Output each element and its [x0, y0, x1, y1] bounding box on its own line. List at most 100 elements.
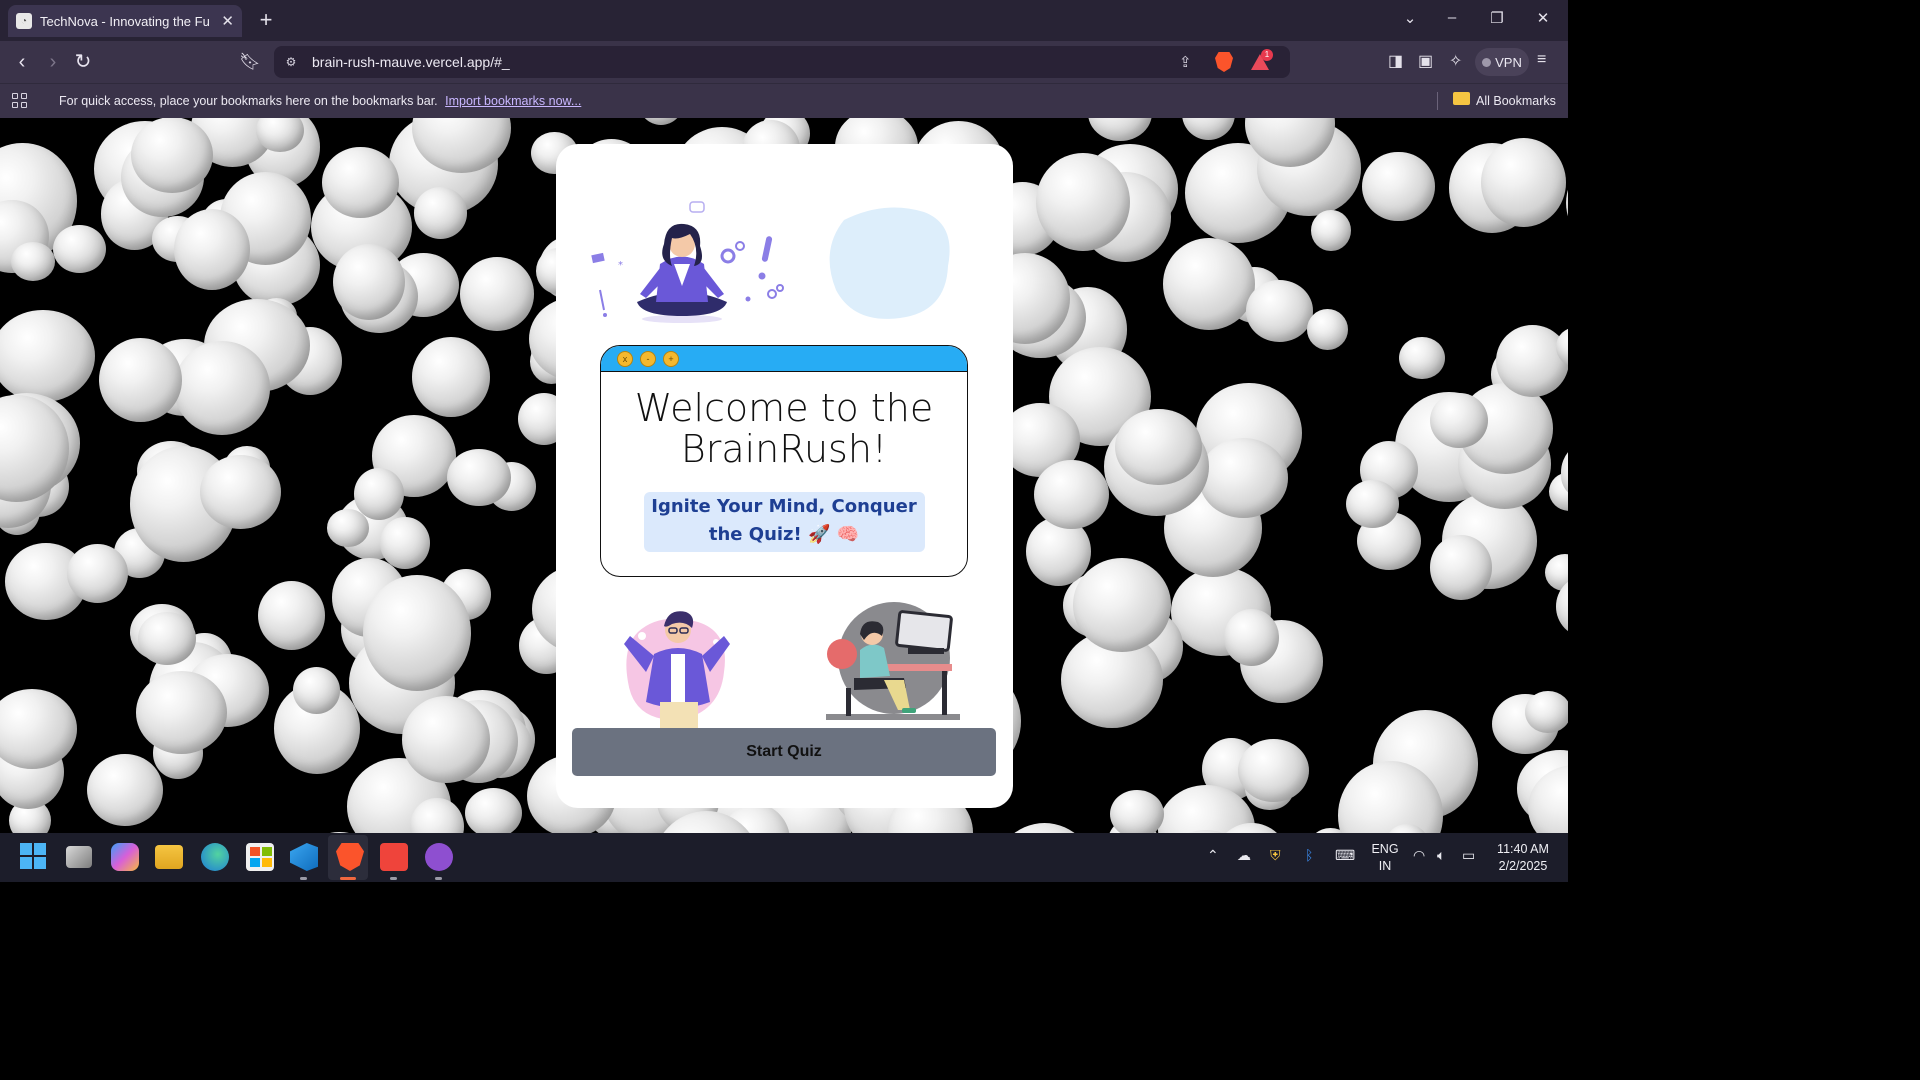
anydesk-icon[interactable] — [380, 843, 408, 871]
tab-search-chevron-icon[interactable]: ⌄ — [1398, 9, 1422, 27]
bluetooth-icon[interactable]: ᛒ — [1305, 847, 1313, 863]
welcome-window: x - + Welcome to the BrainRush! Ignite Y… — [600, 345, 968, 577]
bubble — [1223, 608, 1280, 666]
new-tab-button[interactable]: + — [254, 7, 278, 33]
bubble — [1429, 392, 1488, 449]
hidden-icons-chevron-icon[interactable]: ⌃ — [1207, 847, 1219, 864]
bubble — [1362, 151, 1435, 222]
bubble — [1238, 738, 1309, 802]
share-icon[interactable]: ⇪ — [1179, 53, 1192, 71]
bubble — [992, 822, 1098, 833]
bubble — [380, 516, 430, 570]
bookmarks-hint: For quick access, place your bookmarks h… — [59, 94, 581, 108]
wallet-icon[interactable]: ▣ — [1418, 51, 1433, 71]
vscode-icon[interactable] — [290, 843, 318, 871]
github-running-indicator — [435, 877, 442, 880]
bubble — [460, 257, 535, 331]
language-line1: ENG — [1371, 842, 1399, 856]
decorative-blob — [829, 207, 950, 319]
github-desktop-icon[interactable] — [425, 843, 453, 871]
bookmarks-bar: For quick access, place your bookmarks h… — [0, 83, 1568, 118]
apps-grid-icon[interactable] — [12, 93, 27, 108]
bubble — [1036, 152, 1131, 252]
bubble — [1399, 336, 1446, 380]
meditating-person-illustration: * — [591, 201, 784, 323]
volume-icon[interactable]: 🔈︎ — [1437, 847, 1445, 864]
bubble — [402, 696, 490, 783]
welcome-heading-line2: BrainRush! — [680, 427, 888, 471]
reload-button[interactable]: ↻ — [70, 49, 96, 75]
security-warning-icon[interactable]: ⛨ — [1270, 847, 1281, 864]
all-bookmarks-button[interactable]: All Bookmarks — [1476, 94, 1556, 108]
file-explorer-icon[interactable] — [155, 845, 183, 869]
browser-tab[interactable]: ◔ TechNova - Innovating the Futu ✕ — [8, 5, 242, 37]
minimize-button[interactable]: – — [1440, 9, 1464, 26]
bubble — [257, 580, 326, 650]
window-maximize-dot: + — [663, 350, 679, 367]
bubble — [174, 209, 251, 291]
sidebar-icon[interactable]: ◨ — [1388, 51, 1403, 71]
start-quiz-button[interactable]: Start Quiz — [572, 728, 996, 776]
language-indicator[interactable]: ENG IN — [1370, 841, 1400, 875]
windows-taskbar: ⌃ ☁ ⛨ ᛒ ⌨ ENG IN ◠ 🔈︎ ▭ 11:40 AM 2/2/202… — [0, 833, 1568, 882]
keyboard-icon[interactable]: ⌨ — [1335, 847, 1355, 864]
bubble — [135, 671, 227, 754]
import-bookmarks-link[interactable]: Import bookmarks now... — [445, 94, 581, 108]
copilot-icon[interactable] — [111, 843, 139, 871]
bubble — [137, 612, 196, 665]
task-view-icon[interactable] — [66, 846, 92, 868]
tab-close-icon[interactable]: ✕ — [221, 12, 234, 30]
bookmarks-prompt: For quick access, place your bookmarks h… — [59, 94, 438, 108]
bubble — [1163, 238, 1256, 330]
back-button[interactable]: ‹ — [9, 49, 35, 75]
bubble — [413, 187, 468, 240]
site-favicon-icon: ◔ — [16, 13, 32, 29]
bubble — [1565, 157, 1568, 250]
edge-icon[interactable] — [201, 843, 229, 871]
bubble — [1072, 558, 1172, 652]
bubble — [1311, 209, 1352, 252]
bubble — [131, 118, 213, 194]
bubble — [1034, 460, 1109, 530]
browser-toolbar: ‹ › ↻ 🔖︎ ⚙ brain-rush-mauve.vercel.app/#… — [0, 41, 1568, 83]
clock[interactable]: 11:40 AM 2/2/2025 — [1485, 841, 1561, 875]
bubble — [638, 118, 684, 125]
windows-start-icon[interactable] — [20, 843, 46, 869]
bubble — [292, 666, 341, 714]
person-at-computer-illustration — [826, 602, 960, 720]
brave-active-indicator — [340, 877, 356, 880]
vpn-status-icon — [1482, 57, 1492, 67]
site-settings-icon[interactable]: ⚙ — [283, 54, 299, 70]
bubble — [1198, 438, 1288, 518]
restore-button[interactable]: ❐ — [1485, 9, 1509, 27]
welcome-heading: Welcome to the BrainRush! — [601, 388, 967, 470]
bubble — [1246, 280, 1314, 342]
wifi-icon[interactable]: ◠ — [1413, 847, 1425, 864]
bubble — [10, 242, 56, 282]
language-line2: IN — [1378, 859, 1392, 873]
bubble — [200, 454, 281, 529]
bubble — [52, 224, 106, 274]
bubble — [322, 146, 399, 218]
vpn-label: VPN — [1495, 54, 1522, 70]
battery-icon[interactable]: ▭ — [1462, 847, 1475, 864]
address-bar[interactable]: ⚙ brain-rush-mauve.vercel.app/#_ ⇪ 1 — [274, 46, 1290, 78]
microsoft-store-icon[interactable] — [246, 843, 274, 871]
vpn-button[interactable]: VPN — [1475, 48, 1529, 76]
bubble — [87, 753, 163, 827]
leo-ai-icon[interactable]: ✧ — [1449, 51, 1462, 71]
close-window-button[interactable]: ✕ — [1531, 9, 1555, 27]
forward-button[interactable]: › — [40, 49, 66, 75]
rewards-badge: 1 — [1261, 49, 1273, 61]
window-title-bar: x - + — [601, 346, 967, 372]
bubble — [363, 574, 472, 691]
bookmark-icon[interactable]: 🔖︎ — [237, 49, 263, 75]
welcome-heading-line1: Welcome to the — [634, 386, 934, 430]
brave-shields-icon[interactable] — [1215, 52, 1233, 72]
window-minimize-dot: - — [640, 350, 656, 367]
onedrive-icon[interactable]: ☁ — [1237, 847, 1251, 864]
bubble — [412, 337, 490, 417]
url-text[interactable]: brain-rush-mauve.vercel.app/#_ — [312, 54, 510, 70]
bubble — [0, 688, 77, 769]
menu-icon[interactable]: ≡ — [1537, 51, 1546, 69]
